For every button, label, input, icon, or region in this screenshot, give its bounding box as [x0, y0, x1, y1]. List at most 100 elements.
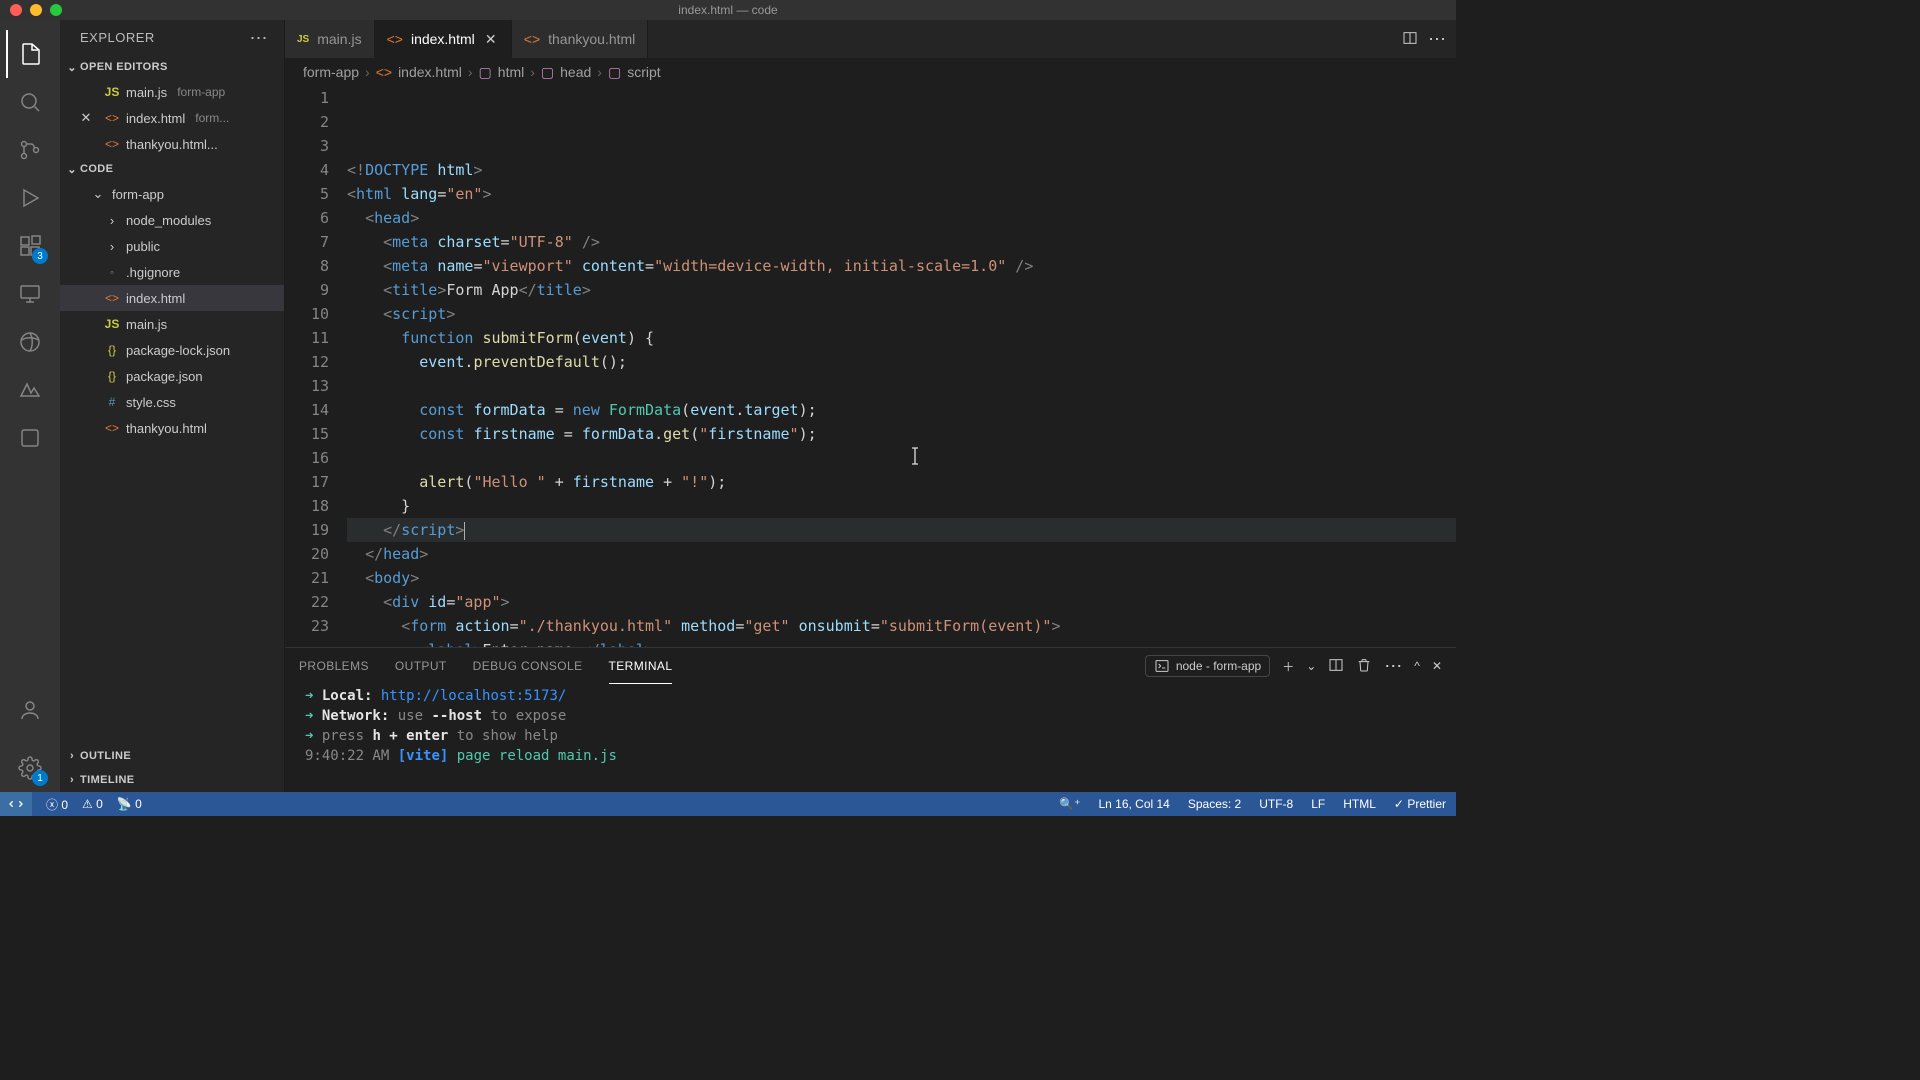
terminal-output[interactable]: ➜ Local: http://localhost:5173/ ➜ Networ… — [285, 684, 1456, 792]
split-editor-icon[interactable] — [1402, 30, 1418, 49]
html-file-icon: <> — [104, 137, 120, 151]
source-control-icon[interactable] — [6, 126, 54, 174]
status-encoding[interactable]: UTF-8 — [1259, 797, 1293, 811]
remote-explorer-icon[interactable] — [6, 270, 54, 318]
status-position[interactable]: Ln 16, Col 14 — [1098, 797, 1169, 811]
html-file-icon: <> — [387, 31, 403, 47]
accounts-icon[interactable] — [6, 686, 54, 734]
close-icon[interactable]: ✕ — [483, 31, 499, 48]
chevron-right-icon: › — [64, 748, 80, 764]
panel-more-icon[interactable]: ⋯ — [1384, 657, 1402, 675]
status-errors[interactable]: ⓧ 0 — [46, 796, 68, 813]
folder-item[interactable]: ›public — [60, 233, 284, 259]
close-icon[interactable]: ✕ — [78, 110, 94, 126]
statusbar: ⓧ 0 ⚠ 0 📡 0 🔍⁺ Ln 16, Col 14 Spaces: 2 U… — [0, 792, 1456, 816]
html-file-icon: <> — [104, 291, 120, 305]
file-item[interactable]: {}package.json — [60, 363, 284, 389]
html-file-icon: <> — [104, 111, 120, 125]
file-item[interactable]: #style.css — [60, 389, 284, 415]
file-item[interactable]: JSmain.js — [60, 311, 284, 337]
status-zoom-icon[interactable]: 🔍⁺ — [1059, 797, 1080, 811]
settings-icon[interactable]: 1 — [6, 744, 54, 792]
html-file-icon: <> — [524, 31, 540, 47]
window-minimize-dot[interactable] — [30, 4, 42, 16]
split-terminal-icon[interactable] — [1328, 657, 1344, 676]
status-spaces[interactable]: Spaces: 2 — [1188, 797, 1241, 811]
json-file-icon: {} — [104, 343, 120, 357]
editor-more-icon[interactable]: ⋯ — [1428, 30, 1446, 48]
folder-root[interactable]: ⌄ form-app — [60, 181, 284, 207]
chevron-down-icon: ⌄ — [90, 186, 106, 202]
window-zoom-dot[interactable] — [50, 4, 62, 16]
status-formatter[interactable]: ✓ Prettier — [1394, 797, 1446, 811]
extensions-badge: 3 — [32, 248, 48, 264]
sidebar-title: EXPLORER — [80, 30, 155, 45]
maximize-panel-icon[interactable]: ^ — [1414, 659, 1420, 673]
css-file-icon: # — [104, 395, 120, 409]
kill-terminal-icon[interactable] — [1356, 657, 1372, 676]
remote-indicator[interactable] — [0, 792, 32, 816]
timeline-header[interactable]: › TIMELINE — [60, 768, 284, 792]
symbol-icon: ▢ — [479, 64, 492, 81]
html-file-icon: <> — [376, 64, 392, 80]
extensions-icon[interactable]: 3 — [6, 222, 54, 270]
file-item[interactable]: ◦.hgignore — [60, 259, 284, 285]
window-close-dot[interactable] — [10, 4, 22, 16]
sidebar: EXPLORER ⋯ ⌄ OPEN EDITORS JSmain.jsform-… — [60, 20, 285, 792]
search-icon[interactable] — [6, 78, 54, 126]
chevron-down-icon: ⌄ — [64, 59, 80, 75]
editor-tab[interactable]: <>index.html✕ — [375, 20, 512, 58]
chevron-right-icon: › — [104, 212, 120, 228]
status-eol[interactable]: LF — [1311, 797, 1325, 811]
chevron-right-icon: › — [104, 238, 120, 254]
edge-tools-icon[interactable] — [6, 318, 54, 366]
explorer-icon[interactable] — [6, 30, 54, 78]
new-terminal-icon[interactable]: ＋ — [1282, 658, 1294, 675]
open-editor-item[interactable]: <>thankyou.html... — [60, 131, 284, 157]
js-file-icon: JS — [104, 85, 120, 99]
terminal-dropdown-icon[interactable]: ⌄ — [1306, 659, 1316, 673]
symbol-icon: ▢ — [541, 64, 554, 81]
close-panel-icon[interactable]: ✕ — [1432, 659, 1442, 673]
window-title: index.html — code — [678, 3, 777, 17]
editor-tab[interactable]: <>thankyou.html — [512, 20, 649, 58]
json-file-icon: {} — [104, 369, 120, 383]
status-warnings[interactable]: ⚠ 0 — [82, 797, 103, 811]
panel-tab-output[interactable]: OUTPUT — [395, 648, 447, 684]
status-ports[interactable]: 📡 0 — [117, 797, 142, 811]
chevron-right-icon: › — [64, 772, 80, 788]
run-debug-icon[interactable] — [6, 174, 54, 222]
js-file-icon: JS — [297, 34, 309, 45]
outline-header[interactable]: › OUTLINE — [60, 744, 284, 768]
db-icon[interactable] — [6, 366, 54, 414]
activity-bar: 3 1 — [0, 20, 60, 792]
file-item[interactable]: {}package-lock.json — [60, 337, 284, 363]
js-file-icon: JS — [104, 317, 120, 331]
symbol-icon: ▢ — [608, 64, 621, 81]
breadcrumbs[interactable]: form-app › <> index.html › ▢ html › ▢ he… — [285, 58, 1456, 86]
test-icon[interactable] — [6, 414, 54, 462]
html-file-icon: <> — [104, 421, 120, 435]
code-section-header[interactable]: ⌄ CODE — [60, 157, 284, 181]
editor-tab[interactable]: JSmain.js — [285, 20, 375, 58]
status-language[interactable]: HTML — [1343, 797, 1376, 811]
file-item[interactable]: <>thankyou.html — [60, 415, 284, 441]
file-icon: ◦ — [104, 265, 120, 279]
open-editors-header[interactable]: ⌄ OPEN EDITORS — [60, 55, 284, 79]
file-item[interactable]: <>index.html — [60, 285, 284, 311]
open-editor-item[interactable]: ✕<>index.htmlform... — [60, 105, 284, 131]
panel-tab-terminal[interactable]: TERMINAL — [609, 648, 673, 684]
terminal-icon — [1154, 658, 1170, 674]
bottom-panel: PROBLEMS OUTPUT DEBUG CONSOLE TERMINAL n… — [285, 647, 1456, 792]
chevron-down-icon: ⌄ — [64, 161, 80, 177]
sidebar-more-icon[interactable]: ⋯ — [250, 29, 269, 47]
folder-item[interactable]: ›node_modules — [60, 207, 284, 233]
panel-tab-debug-console[interactable]: DEBUG CONSOLE — [473, 648, 583, 684]
code-editor[interactable]: 1234567891011121314151617181920212223 <!… — [285, 86, 1456, 647]
terminal-selector[interactable]: node - form-app — [1145, 655, 1270, 677]
titlebar: index.html — code — [0, 0, 1456, 20]
open-editor-item[interactable]: JSmain.jsform-app — [60, 79, 284, 105]
editor-tabs: JSmain.js<>index.html✕<>thankyou.html ⋯ — [285, 20, 1456, 58]
panel-tab-problems[interactable]: PROBLEMS — [299, 648, 369, 684]
settings-badge: 1 — [32, 770, 48, 786]
